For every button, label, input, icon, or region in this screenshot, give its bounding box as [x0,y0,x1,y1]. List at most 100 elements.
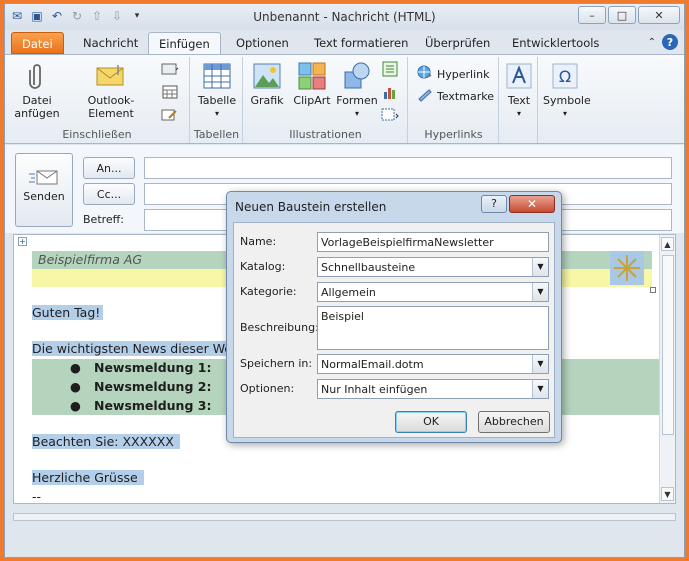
business-card-icon[interactable] [161,61,179,77]
picture-icon [252,61,282,91]
logo-placeholder [610,251,644,285]
tab-message[interactable]: Nachricht [73,32,148,54]
collapse-ribbon-icon[interactable]: ⌃ [648,37,656,48]
tab-file[interactable]: Datei [11,32,64,54]
tab-developer[interactable]: Entwicklertools [502,32,609,54]
group-include: Datei anfügen Outlook-Element Einschließ… [5,57,190,143]
outlook-item-button[interactable]: Outlook-Element [65,61,157,120]
signature-separator: -- [32,489,42,504]
chevron-down-icon[interactable]: ▼ [532,355,548,373]
dialog-help-button[interactable]: ? [481,195,507,213]
group-include-label: Einschließen [62,128,132,141]
description-label: Beschreibung: [240,321,319,334]
description-input[interactable]: Beispiel [317,306,549,350]
outlook-message-window: ✉ ▣ ↶ ↻ ⇧ ⇩ ▾ Unbenannt - Nachricht (HTM… [4,3,685,558]
svg-text:Ω: Ω [559,67,571,86]
omega-icon: Ω [550,61,580,91]
scroll-thumb[interactable] [662,255,674,435]
chart-icon[interactable] [381,84,399,100]
tab-options[interactable]: Optionen [226,32,299,54]
resize-handle-icon[interactable] [650,287,656,293]
save-in-select[interactable]: NormalEmail.dotm ▼ [317,354,549,374]
dialog-title: Neuen Baustein erstellen [235,200,387,214]
chevron-down-icon[interactable]: ▼ [532,258,548,276]
help-icon[interactable]: ? [662,34,678,50]
ribbon-tabs: Datei Nachricht Einfügen Optionen Text f… [5,30,684,56]
smartart-icon[interactable] [381,61,399,77]
shapes-icon [342,61,372,91]
table-button[interactable]: Tabelle ▾ [193,61,241,120]
cancel-button[interactable]: Abbrechen [478,411,550,433]
news-item-2-text: Newsmeldung 2: [93,379,212,394]
news-intro-line: Die wichtigsten News dieser Wo [32,341,234,356]
attach-file-button[interactable]: Datei anfügen [11,61,63,120]
maximize-button[interactable]: □ [608,6,636,24]
screenshot-icon[interactable] [381,107,399,123]
news-item-1: ● Newsmeldung 1: [70,360,211,375]
group-links-label: Hyperlinks [424,128,483,141]
group-links: Hyperlink Textmarke Hyperlinks [409,57,499,143]
bookmark-icon [417,87,433,106]
dialog-body: Name: VorlageBeispielfirmaNewsletter Kat… [233,222,555,438]
symbols-button[interactable]: Ω Symbole ▾ [543,61,591,120]
vertical-scrollbar[interactable]: ▲ ▼ [659,235,675,503]
bottom-area [5,507,684,557]
category-select[interactable]: Allgemein ▼ [317,282,549,302]
send-label: Senden [23,190,65,203]
bullet-icon: ● [70,398,81,413]
tab-review[interactable]: Überprüfen [415,32,500,54]
send-button[interactable]: Senden [15,153,73,227]
picture-label: Grafik [250,94,284,107]
signature-icon[interactable] [161,107,179,123]
tab-insert[interactable]: Einfügen [148,32,221,56]
text-dropdown-icon: ▾ [516,109,521,118]
gallery-select[interactable]: Schnellbausteine ▼ [317,257,549,277]
scroll-down-icon[interactable]: ▼ [661,487,674,501]
scroll-up-icon[interactable]: ▲ [661,237,674,251]
ok-button[interactable]: OK [395,411,467,433]
group-illustrations-label: Illustrationen [289,128,362,141]
tab-format-text[interactable]: Text formatieren [304,32,418,54]
options-select[interactable]: Nur Inhalt einfügen ▼ [317,379,549,399]
closing-line: Herzliche Grüsse [32,470,144,485]
group-text: Text ▾ [500,57,538,143]
clipart-button[interactable]: ClipArt [290,61,334,107]
title-bar: ✉ ▣ ↶ ↻ ⇧ ⇩ ▾ Unbenannt - Nachricht (HTM… [5,4,684,30]
save-in-value: NormalEmail.dotm [321,358,424,371]
globe-link-icon [417,65,433,84]
bullet-icon: ● [70,379,81,394]
greeting-line: Guten Tag! [32,305,104,320]
options-value: Nur Inhalt einfügen [321,383,428,396]
name-label: Name: [240,235,277,248]
chevron-down-icon[interactable]: ▼ [532,283,548,301]
bullet-icon: ● [70,360,81,375]
horizontal-scrollbar[interactable] [13,513,676,521]
cc-button[interactable]: Cc... [83,183,135,205]
chevron-down-icon[interactable]: ▼ [532,380,548,398]
hyperlink-button[interactable]: Hyperlink [417,65,490,84]
bookmark-button[interactable]: Textmarke [417,87,494,106]
category-label: Kategorie: [240,285,297,298]
to-field[interactable] [144,157,672,179]
picture-button[interactable]: Grafik [248,61,286,107]
paperclip-icon [22,61,52,91]
envelope-icon [96,61,126,91]
name-input[interactable]: VorlageBeispielfirmaNewsletter [317,232,549,252]
gallery-value: Schnellbausteine [321,261,416,274]
minimize-button[interactable]: – [578,6,606,24]
news-item-1-text: Newsmeldung 1: [93,360,212,375]
company-name: Beispielfirma AG [38,252,143,267]
news-item-3-text: Newsmeldung 3: [93,398,212,413]
create-building-block-dialog: Neuen Baustein erstellen ? ✕ Name: Vorla… [226,191,562,443]
shapes-button[interactable]: Formen ▾ [336,61,378,120]
symbols-label: Symbole [543,94,591,107]
dialog-close-button[interactable]: ✕ [509,195,555,213]
to-button[interactable]: An... [83,157,135,179]
calendar-icon[interactable] [161,84,179,100]
text-button[interactable]: Text ▾ [502,61,536,120]
table-move-handle-icon[interactable]: + [18,237,27,246]
close-button[interactable]: ✕ [638,6,680,24]
clipart-label: ClipArt [293,94,331,107]
table-label: Tabelle [197,94,237,107]
ribbon-panel: Datei anfügen Outlook-Element Einschließ… [5,54,684,144]
